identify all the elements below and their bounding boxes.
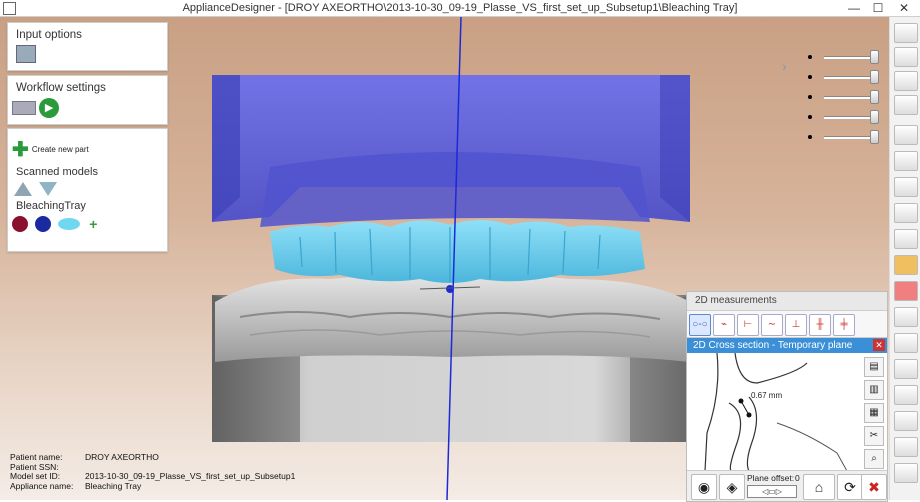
close-button[interactable]: ✕ [892,0,916,16]
brush-red-icon[interactable] [12,216,28,232]
slider-lower-model[interactable] [808,50,886,64]
model-set-id-value: 2013-10-30_09-19_Plasse_VS_first_set_up_… [85,471,296,481]
thickness-tool-icon[interactable]: ╪ [833,314,855,336]
cross-section-view[interactable]: 0.67 mm ▤ ▥ ▦ ✂ ⌕ [687,353,887,471]
plane-handle[interactable] [446,285,454,293]
cross-section-toolbar: ◉ ◈ Plane offset: 0 ◁▭▷ ⌂ ⟳ ✖ [687,470,887,501]
add-icon[interactable]: + [89,216,97,232]
polyline-tool-icon[interactable]: ⌁ [713,314,735,336]
section-tool-1-icon[interactable]: ▤ [864,357,884,377]
parts-panel: ✚ Create new part Scanned models Bleachi… [7,128,168,252]
view-bottom-icon[interactable] [894,151,918,171]
brush-blue-icon[interactable] [35,216,52,232]
patient-name-key: Patient name: [10,452,63,462]
distance-tool-icon[interactable]: ○-○ [689,314,711,336]
zoom-fit-icon[interactable] [894,229,918,249]
section-tool-3-icon[interactable]: ▦ [864,403,884,423]
upper-teeth [270,220,645,283]
bleaching-tray-label: BleachingTray [16,200,86,212]
plus-icon[interactable]: ✚ [12,137,29,162]
upper-model-icon[interactable] [39,182,58,196]
section-delete-icon[interactable]: ✖ [861,474,887,500]
undo-icon[interactable] [894,437,918,457]
section-reset-icon[interactable]: ⟳ [837,474,863,500]
window-title: ApplianceDesigner - [DROY AXEORTHO\2013-… [182,2,738,14]
cross-section-profile [704,353,848,471]
snapshot-icon[interactable] [894,333,918,353]
sculpt-icon[interactable] [894,411,918,431]
plane-offset-stepper[interactable]: ◁▭▷ [747,485,797,498]
section-tool-4-icon[interactable]: ✂ [864,426,884,446]
section-zoom-icon[interactable]: ⌕ [864,449,884,469]
slider-tray[interactable] [808,130,886,144]
input-options-panel: Input options [7,22,168,71]
view-front-icon[interactable] [894,23,918,43]
angle-tool-icon[interactable]: ⊥ [785,314,807,336]
plane-offset-value: 0 [795,473,800,483]
model-set-id-key: Model set ID: [10,471,61,481]
close-cross-section-button[interactable]: ✕ [873,339,885,351]
eye-icon[interactable]: ◉ [691,474,717,500]
plane-offset-label: Plane offset: [747,473,795,483]
cross-section-title: 2D Cross section - Temporary plane [693,340,853,351]
patient-ssn-key: Patient SSN: [10,461,59,472]
input-options-label: Input options [16,29,82,41]
hourglass-icon[interactable] [894,385,918,405]
settings-icon[interactable] [894,463,918,483]
view-top-icon[interactable] [894,125,918,145]
collapse-arrow-icon[interactable]: › [782,58,787,74]
title-bar: ApplianceDesigner - [DROY AXEORTHO\2013-… [0,0,920,17]
right-toolbar [889,17,920,500]
crop-icon[interactable] [894,359,918,379]
highlight-icon[interactable] [894,255,918,275]
cross-section-bar: 2D Cross section - Temporary plane ✕ [687,338,887,353]
slider-part-2[interactable] [808,110,886,124]
tray-icon[interactable] [58,218,81,230]
section-tool-2-icon[interactable]: ▥ [864,380,884,400]
view-side-icon[interactable] [894,177,918,197]
create-new-part-button[interactable]: Create new part [32,145,89,154]
measurement-tools: ○-○ ⌁ ⊢ ∼ ⊥ ╫ ╪ [687,311,887,338]
patient-name-value: DROY AXEORTHO [85,452,159,462]
view-left-icon[interactable] [894,71,918,91]
perpendicular-tool-icon[interactable]: ⊢ [737,314,759,336]
section-icon[interactable] [894,307,918,327]
tooth-view-icon[interactable]: ◈ [719,474,745,500]
measurements-title: 2D measurements [687,292,887,311]
minimize-button[interactable]: — [842,0,866,16]
scanned-models-label: Scanned models [16,166,98,178]
appliance-name-key: Appliance name: [10,480,74,491]
view-iso-icon[interactable] [894,203,918,223]
distance-label: 0.67 mm [751,391,783,400]
appliance-name-value: Bleaching Tray [85,480,142,491]
play-icon[interactable]: ▶ [39,98,60,118]
width-tool-icon[interactable]: ╫ [809,314,831,336]
workflow-icon[interactable] [12,101,36,115]
slider-part-1[interactable] [808,90,886,104]
workflow-settings-panel: Workflow settings ▶ [7,75,168,125]
slider-upper-model[interactable] [808,70,886,84]
lower-model-icon[interactable] [14,182,32,196]
measure-icon[interactable] [894,281,918,301]
workflow-settings-label: Workflow settings [16,82,106,94]
input-options-icon[interactable] [16,45,36,63]
plane-orientation-icon[interactable]: ⌂ [803,474,835,500]
curve-tool-icon[interactable]: ∼ [761,314,783,336]
view-back-icon[interactable] [894,47,918,67]
view-right-icon[interactable] [894,95,918,115]
patient-info: Patient name: DROY AXEORTHO Patient SSN: … [10,452,296,491]
maximize-button[interactable]: ☐ [866,0,890,16]
measurements-panel: 2D measurements ○-○ ⌁ ⊢ ∼ ⊥ ╫ ╪ 2D Cross… [686,291,888,502]
